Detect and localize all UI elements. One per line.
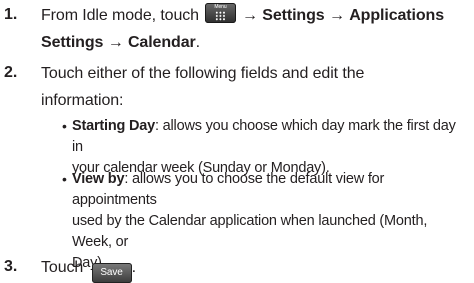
save-button[interactable]: Save	[91, 263, 132, 283]
bullet-term: Starting Day	[72, 118, 156, 134]
step-end: .	[131, 259, 136, 276]
grid-dots-icon	[214, 11, 226, 21]
step-intro: From Idle mode, touch	[41, 7, 199, 24]
step-number: 3.	[4, 258, 18, 275]
bullet-dot: •	[62, 118, 67, 134]
step-line: information:	[41, 92, 124, 109]
step-text-touch: Touch	[41, 259, 84, 276]
arrow-icon: →	[107, 34, 124, 51]
path-settings: Settings	[262, 7, 325, 24]
arrow-icon: →	[328, 7, 345, 24]
arrow-icon: →	[241, 7, 258, 24]
step-line: Touch either of the following fields and…	[41, 65, 365, 82]
bullet-dot: •	[62, 171, 67, 187]
bullet-term: View by	[72, 171, 125, 187]
step-text: From Idle mode, touch Menu → Settings → Ap…	[41, 2, 468, 56]
step-number: 2.	[4, 64, 18, 81]
menu-key-icon: Menu	[204, 3, 236, 23]
menu-key-label: Menu	[214, 4, 227, 10]
step-text: Touch either of the following fields and…	[41, 60, 468, 114]
step-text: Touch Save.	[41, 254, 468, 283]
step-number: 1.	[4, 6, 18, 23]
path-calendar: Calendar	[127, 34, 196, 51]
instruction-page: 1. From Idle mode, touch Menu → Settings →…	[0, 0, 474, 283]
bullet-desc: used by the Calendar application when la…	[72, 213, 428, 250]
step-end: .	[195, 34, 200, 51]
